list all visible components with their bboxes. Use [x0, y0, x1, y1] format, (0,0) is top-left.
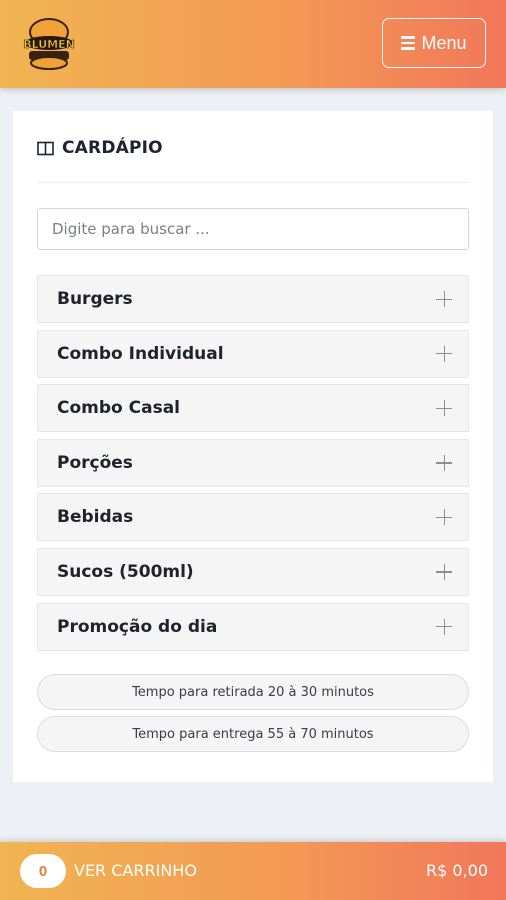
card-title-label: CARDÁPIO — [62, 138, 163, 158]
category-label: Porções — [57, 452, 133, 473]
search-input[interactable] — [37, 208, 469, 250]
book-icon — [37, 141, 54, 155]
category-label: Burgers — [57, 289, 133, 309]
cart-total: R$ 0,00 — [425, 861, 488, 880]
delivery-time-badge: Tempo para entrega 55 à 70 minutos — [37, 716, 469, 752]
logo[interactable]: BLUMEN — [22, 14, 76, 72]
plus-icon[interactable] — [436, 400, 452, 417]
category-burgers[interactable]: Burgers — [37, 275, 469, 323]
divider — [37, 182, 469, 183]
category-combo-casal[interactable]: Combo Casal — [37, 384, 469, 433]
card-title: CARDÁPIO — [37, 138, 163, 158]
plus-icon[interactable] — [436, 563, 452, 580]
plus-icon[interactable] — [436, 509, 452, 526]
category-label: Sucos (500ml) — [57, 561, 194, 582]
category-bebidas[interactable]: Bebidas — [37, 493, 469, 542]
category-label: Combo Casal — [57, 398, 181, 419]
plus-icon[interactable] — [436, 345, 452, 362]
menu-button-label: Menu — [421, 32, 467, 53]
plus-icon[interactable] — [436, 291, 452, 307]
category-label: Combo Individual — [57, 343, 224, 364]
category-list: Burgers Combo Individual Combo Casal Por… — [37, 275, 469, 657]
category-label: Promoção do dia — [57, 616, 218, 637]
category-sucos[interactable]: Sucos (500ml) — [37, 547, 469, 596]
pickup-time-badge: Tempo para retirada 20 à 30 minutos — [37, 674, 469, 710]
category-label: Bebidas — [57, 507, 134, 528]
category-combo-individual[interactable]: Combo Individual — [37, 329, 469, 378]
menu-button[interactable]: Menu — [382, 18, 486, 68]
category-porcoes[interactable]: Porções — [37, 438, 469, 487]
plus-icon[interactable] — [436, 618, 452, 635]
cart-count-badge: 0 — [20, 854, 66, 888]
hamburger-icon — [401, 36, 416, 50]
logo-wordmark: BLUMEN — [23, 38, 75, 51]
category-promocao-do-dia[interactable]: Promoção do dia — [37, 602, 469, 651]
menu-card: CARDÁPIO Burgers Combo Individual Combo … — [13, 111, 493, 782]
plus-icon[interactable] — [436, 454, 452, 471]
view-cart-label[interactable]: VER CARRINHO — [74, 861, 197, 880]
cart-bar[interactable]: 0 VER CARRINHO R$ 0,00 — [0, 842, 506, 900]
header-bar: BLUMEN Menu — [0, 0, 506, 88]
